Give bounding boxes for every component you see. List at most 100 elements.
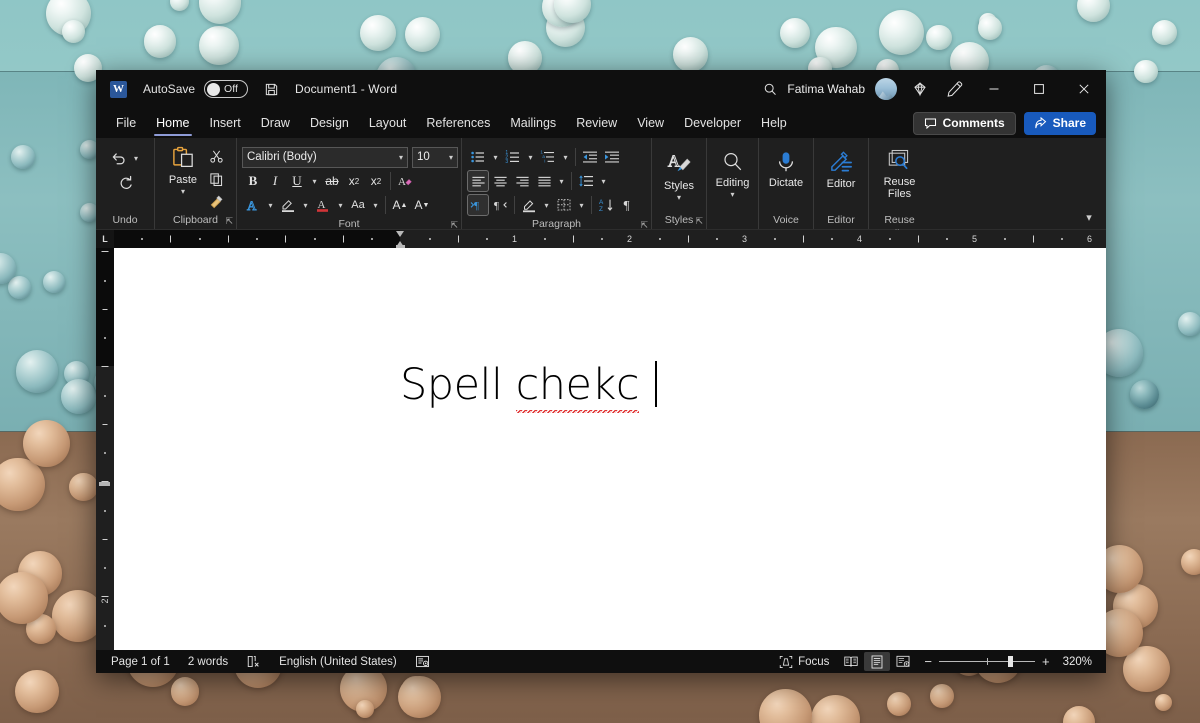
document-page[interactable]: Spell chekc: [114, 248, 1106, 650]
font-size-caret-icon[interactable]: ▾: [449, 153, 453, 162]
editing-dropdown-caret-icon[interactable]: ▾: [730, 190, 734, 199]
grow-font-button[interactable]: A▲: [389, 194, 411, 216]
justify-button[interactable]: [533, 170, 555, 192]
clear-formatting-button[interactable]: A: [394, 170, 416, 192]
vertical-indent-marker[interactable]: [99, 482, 110, 486]
zoom-out-button[interactable]: −: [924, 654, 932, 669]
tab-draw[interactable]: Draw: [251, 108, 300, 138]
read-mode-button[interactable]: [838, 652, 864, 671]
font-name-input[interactable]: Calibri (Body) ▾: [242, 147, 408, 168]
zoom-in-button[interactable]: +: [1042, 654, 1050, 669]
redo-button[interactable]: [114, 171, 136, 193]
tab-help[interactable]: Help: [751, 108, 797, 138]
styles-button[interactable]: A Styles ▾: [656, 148, 702, 204]
user-name[interactable]: Fatima Wahab: [787, 82, 865, 96]
maximize-button[interactable]: [1016, 70, 1061, 108]
tab-stop-selector[interactable]: L: [96, 230, 114, 248]
strikethrough-button[interactable]: ab: [321, 170, 343, 192]
focus-mode-button[interactable]: Focus: [770, 650, 838, 673]
font-name-caret-icon[interactable]: ▾: [399, 153, 403, 162]
page-number-status[interactable]: Page 1 of 1: [102, 650, 179, 673]
format-painter-button[interactable]: [205, 191, 227, 213]
subscript-button[interactable]: x2: [343, 170, 365, 192]
text-highlight-caret-icon[interactable]: ▾: [299, 194, 312, 216]
diamond-icon[interactable]: [903, 70, 937, 108]
tab-mailings[interactable]: Mailings: [500, 108, 566, 138]
bullets-caret-icon[interactable]: ▾: [489, 146, 502, 168]
language-status[interactable]: English (United States): [270, 650, 406, 673]
tab-design[interactable]: Design: [300, 108, 359, 138]
underline-dropdown-caret-icon[interactable]: ▾: [308, 170, 321, 192]
editor-button[interactable]: Editor: [818, 148, 864, 192]
zoom-slider-thumb[interactable]: [1008, 656, 1013, 667]
multilevel-list-button[interactable]: 1 a i: [537, 146, 559, 168]
styles-dropdown-caret-icon[interactable]: ▾: [677, 193, 681, 202]
ribbon-display-options-icon[interactable]: [937, 70, 971, 108]
change-case-caret-icon[interactable]: ▾: [369, 194, 382, 216]
copy-button[interactable]: [205, 168, 227, 190]
shading-button[interactable]: [518, 194, 540, 216]
document-text-line[interactable]: Spell chekc: [400, 360, 657, 410]
align-right-button[interactable]: [511, 170, 533, 192]
reuse-files-button[interactable]: Reuse Files: [877, 146, 923, 202]
autosave-toggle[interactable]: Off: [204, 80, 248, 98]
italic-button[interactable]: I: [264, 170, 286, 192]
text-effects-button[interactable]: A: [242, 194, 264, 216]
numbering-caret-icon[interactable]: ▾: [524, 146, 537, 168]
shading-caret-icon[interactable]: ▾: [540, 194, 553, 216]
paste-button[interactable]: Paste ▾: [161, 144, 205, 198]
line-spacing-button[interactable]: [575, 170, 597, 192]
first-line-indent-marker[interactable]: [396, 231, 404, 237]
search-icon[interactable]: [753, 70, 787, 108]
undo-button[interactable]: [108, 147, 130, 169]
minimize-button[interactable]: [971, 70, 1016, 108]
cut-button[interactable]: [205, 145, 227, 167]
save-icon[interactable]: [262, 80, 280, 98]
bullets-button[interactable]: [467, 146, 489, 168]
multilevel-list-caret-icon[interactable]: ▾: [559, 146, 572, 168]
tab-references[interactable]: References: [416, 108, 500, 138]
shrink-font-button[interactable]: A▼: [411, 194, 433, 216]
horizontal-ruler[interactable]: L 123456: [96, 230, 1106, 248]
rtl-text-direction-button[interactable]: ¶: [489, 194, 511, 216]
proofing-errors-icon[interactable]: [237, 650, 270, 673]
borders-caret-icon[interactable]: ▾: [575, 194, 588, 216]
font-color-caret-icon[interactable]: ▾: [334, 194, 347, 216]
close-button[interactable]: [1061, 70, 1106, 108]
decrease-indent-button[interactable]: [579, 146, 601, 168]
ltr-text-direction-button[interactable]: ¶: [467, 194, 489, 216]
numbering-button[interactable]: 1 2 3: [502, 146, 524, 168]
chevron-down-icon[interactable]: ▾: [1080, 209, 1098, 225]
tab-developer[interactable]: Developer: [674, 108, 751, 138]
align-left-button[interactable]: [467, 170, 489, 192]
undo-dropdown-caret-icon[interactable]: ▾: [130, 147, 143, 169]
tab-file[interactable]: File: [106, 108, 146, 138]
vertical-ruler[interactable]: 2: [96, 248, 114, 650]
tab-layout[interactable]: Layout: [359, 108, 417, 138]
styles-dialog-launcher-icon[interactable]: ⇱: [695, 214, 703, 228]
horizontal-ruler-track[interactable]: 123456: [114, 230, 1106, 248]
web-layout-button[interactable]: [890, 652, 916, 671]
tab-review[interactable]: Review: [566, 108, 627, 138]
comments-button[interactable]: Comments: [913, 112, 1016, 135]
change-case-button[interactable]: Aa: [347, 194, 369, 216]
text-highlight-button[interactable]: [277, 194, 299, 216]
bold-button[interactable]: B: [242, 170, 264, 192]
zoom-slider[interactable]: [939, 661, 1035, 662]
sort-button[interactable]: A Z: [595, 194, 617, 216]
borders-button[interactable]: [553, 194, 575, 216]
editing-button[interactable]: Editing ▾: [710, 148, 756, 201]
align-center-button[interactable]: [489, 170, 511, 192]
share-button[interactable]: Share: [1024, 112, 1096, 135]
accessibility-icon[interactable]: [406, 650, 439, 673]
word-count-status[interactable]: 2 words: [179, 650, 237, 673]
superscript-button[interactable]: x2: [365, 170, 387, 192]
clipboard-dialog-launcher-icon[interactable]: ⇱: [225, 214, 233, 228]
line-spacing-caret-icon[interactable]: ▾: [597, 170, 610, 192]
misspelled-word[interactable]: chekc: [516, 360, 639, 413]
tab-insert[interactable]: Insert: [200, 108, 251, 138]
show-formatting-marks-button[interactable]: ¶: [617, 194, 639, 216]
tab-view[interactable]: View: [627, 108, 674, 138]
zoom-level-label[interactable]: 320%: [1057, 656, 1092, 668]
font-size-input[interactable]: 10 ▾: [412, 147, 458, 168]
